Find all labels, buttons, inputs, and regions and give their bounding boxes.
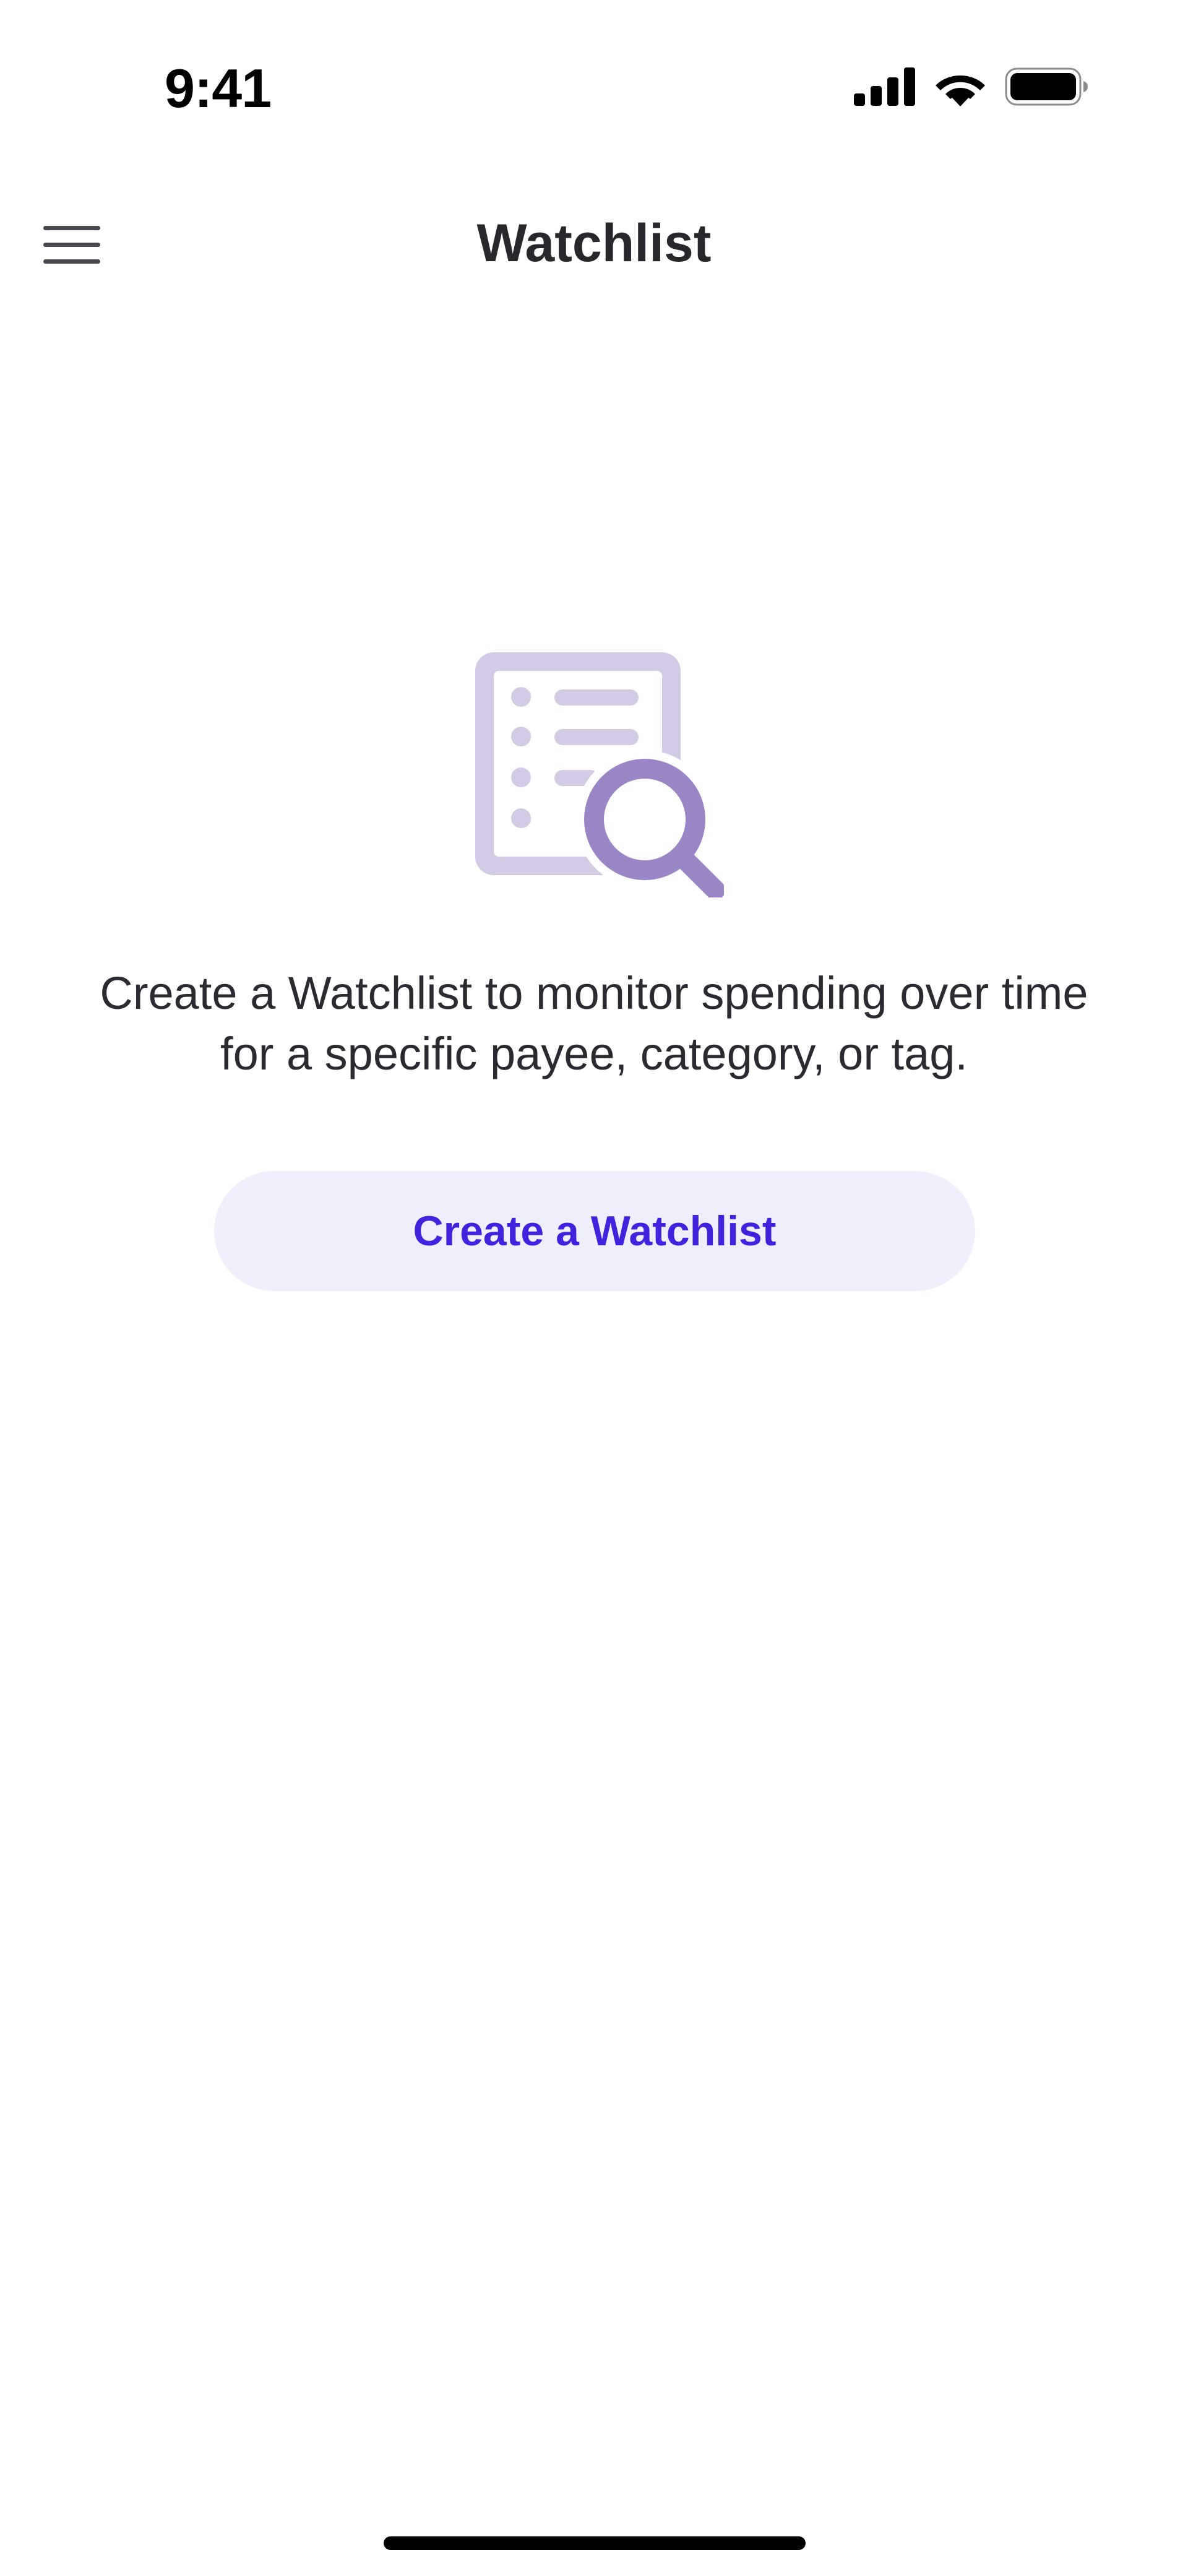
wifi-icon [936, 75, 985, 106]
create-watchlist-button[interactable]: Create a Watchlist [214, 1171, 975, 1291]
document-search-icon [475, 652, 724, 897]
status-bar: 9:41 [0, 0, 1188, 173]
cellular-signal-icon [854, 67, 915, 106]
status-icons [854, 67, 1089, 106]
create-watchlist-button-label: Create a Watchlist [413, 1208, 777, 1255]
empty-state-message: Create a Watchlist to monitor spending o… [100, 967, 1088, 1079]
page-title: Watchlist [476, 214, 712, 273]
status-time: 9:41 [165, 58, 272, 119]
nav-bar: Watchlist [0, 198, 1188, 291]
home-indicator[interactable] [384, 2536, 806, 2550]
battery-icon [1005, 67, 1088, 106]
